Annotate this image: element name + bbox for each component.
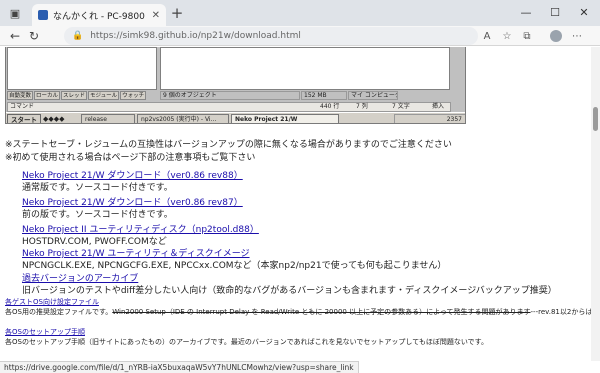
lock-icon: 🔒	[72, 31, 84, 41]
screenshot-task-vs: np2vs2005 (実行中) - Vi...	[137, 113, 229, 123]
screenshot-status-computer: マイ コンピュータ	[348, 91, 398, 100]
download-desc-rev88: 通常版です。ソースコード付きです。	[22, 183, 173, 193]
url-text: https://simk98.github.io/np21w/download.…	[90, 31, 301, 41]
site-favicon-icon	[38, 10, 48, 20]
screenshot-statusbar: 9 個のオブジェクト 152 MB マイ コンピュータ	[160, 91, 450, 101]
screenshot-tab-label: ウォッチ	[120, 91, 147, 100]
address-toolbar: ← ↻ 🔒 https://simk98.github.io/np21w/dow…	[0, 26, 600, 46]
refresh-icon[interactable]: ↻	[25, 27, 43, 45]
notice-first-use: ※初めて使用される場合はページ下部の注意事項もご覧下さい	[5, 153, 256, 163]
more-menu-icon[interactable]: ⋯	[568, 27, 586, 45]
address-bar[interactable]: 🔒 https://simk98.github.io/np21w/downloa…	[64, 27, 478, 45]
download-desc-rev87: 前の版です。ソースコード付きです。	[22, 210, 173, 220]
notice-compat: ※ステートセーブ・レジュームの互換性はバージョンアップの際に無くなる場合がありま…	[5, 140, 452, 150]
screenshot-chars: 7 文字	[392, 103, 410, 110]
screenshot-column: 7 列	[356, 103, 368, 110]
screenshot-tab-label: スレッド	[61, 91, 88, 100]
os-setup-guide-desc: 各OSのセットアップ手順（旧サイトにあったもの）のアーカイブです。最近のバージョ…	[5, 338, 488, 346]
screenshot-clock: 2357	[394, 113, 465, 123]
os-setup-guide-link[interactable]: 各OSのセットアップ手順	[5, 327, 85, 337]
screenshot-taskbar: スタート ◆◆◆◆ release np2vs2005 (実行中) - Vi..…	[6, 112, 465, 123]
guest-os-config-desc: 各OS用の推奨設定ファイルです。Win2000 Setup（IDE の Inte…	[5, 307, 591, 317]
favorite-star-icon[interactable]: ☆	[498, 27, 516, 45]
screenshot-tab-label: モジュール	[88, 91, 120, 100]
emulator-screenshot-image: 自動変数 ローカル スレッド モジュール ウォッチ 9 個のオブジェクト 152…	[5, 47, 466, 124]
guest-os-config-desc-struck: Win2000 Setup（IDE の Interrupt Delay を Re…	[112, 308, 531, 316]
back-arrow-icon[interactable]: ←	[6, 27, 24, 45]
screenshot-line: 440 行	[320, 103, 340, 110]
tab-actions-icon[interactable]: ▣	[6, 4, 24, 22]
profile-avatar[interactable]	[550, 30, 562, 42]
close-window-button[interactable]: ✕	[570, 3, 598, 21]
tab-strip: ▣ なんかくれ - PC-9800 Series Emulator ✕ + — …	[0, 0, 600, 26]
screenshot-start-button: スタート	[7, 113, 41, 123]
tab-title: なんかくれ - PC-9800 Series Emulator	[53, 11, 148, 22]
screenshot-quicklaunch-icon: ◆◆◆◆	[43, 115, 65, 123]
link-hover-status: https://drive.google.com/file/d/1_nYRB-i…	[0, 361, 359, 373]
screenshot-command-row: コマンド 440 行 7 列 7 文字 挿入	[7, 102, 451, 112]
screenshot-task-np21: Neko Project 21/W	[231, 113, 339, 123]
page-content: 自動変数 ローカル スレッド モジュール ウォッチ 9 個のオブジェクト 152…	[0, 47, 591, 361]
screenshot-status-size: 152 MB	[301, 91, 347, 100]
screenshot-left-pane	[7, 47, 157, 90]
read-aloud-icon[interactable]: A	[478, 27, 496, 45]
download-desc-archive: 旧バージョンのテストやdiff差分したい人向け（致命的なバグがあるバージョンも含…	[22, 286, 557, 296]
screenshot-mode: 挿入	[432, 103, 445, 110]
screenshot-task-release: release	[81, 113, 135, 123]
screenshot-tab-label: 自動変数	[7, 91, 34, 100]
screenshot-right-pane	[160, 47, 450, 90]
screenshot-tab-label: ローカル	[34, 91, 61, 100]
minimize-button[interactable]: —	[512, 3, 540, 21]
screenshot-command-label: コマンド	[10, 103, 35, 110]
guest-os-config-desc-suffix: ---rev.81以2からはWin2000 Setupでのディレイ設定不要です。	[530, 308, 591, 316]
guest-os-config-desc-prefix: 各OS用の推奨設定ファイルです。	[5, 308, 113, 316]
collections-icon[interactable]: ⧉	[518, 27, 536, 45]
close-tab-icon[interactable]: ✕	[152, 10, 160, 21]
new-tab-button[interactable]: +	[168, 4, 186, 22]
download-desc-utility: NPCNGCLK.EXE, NPCNGCFG.EXE, NPCCxx.COMなど…	[22, 261, 447, 271]
page-scrollbar[interactable]	[591, 47, 600, 361]
scrollbar-thumb[interactable]	[593, 107, 598, 131]
screenshot-debug-tabs: 自動変数 ローカル スレッド モジュール ウォッチ	[7, 91, 157, 101]
guest-os-config-link[interactable]: 各ゲストOS向け設定ファイル	[5, 297, 99, 307]
screenshot-status-objects: 9 個のオブジェクト	[160, 91, 300, 100]
active-tab[interactable]: なんかくれ - PC-9800 Series Emulator ✕	[32, 4, 166, 26]
maximize-button[interactable]: ☐	[541, 3, 569, 21]
